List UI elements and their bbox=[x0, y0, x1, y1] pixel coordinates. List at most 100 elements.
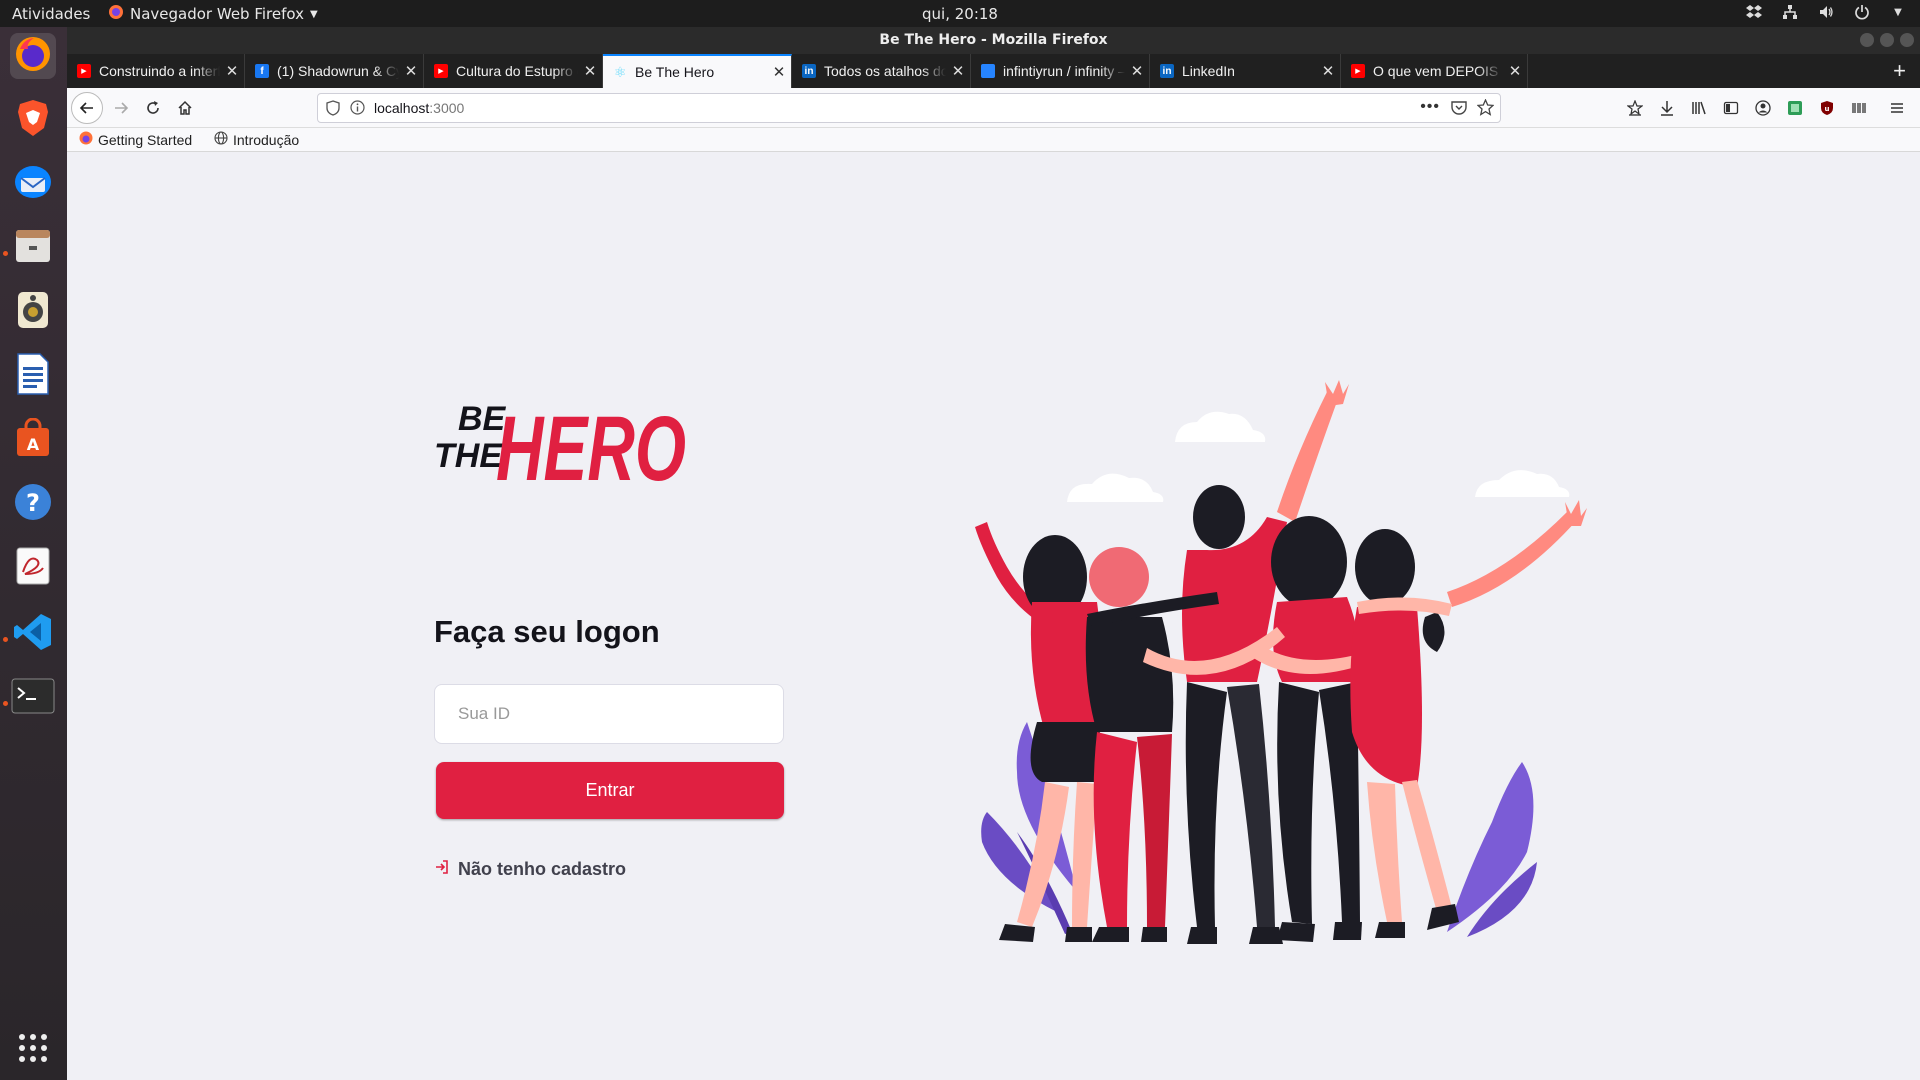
forward-button[interactable] bbox=[107, 94, 135, 122]
chevron-down-icon: ▼ bbox=[309, 8, 318, 20]
url-port: :3000 bbox=[429, 100, 465, 116]
close-tab-icon[interactable]: ✕ bbox=[1503, 62, 1527, 80]
id-input[interactable] bbox=[434, 684, 784, 744]
downloads-button[interactable] bbox=[1653, 94, 1681, 122]
reload-button[interactable] bbox=[139, 94, 167, 122]
globe-icon bbox=[214, 131, 228, 148]
tab-label: LinkedIn bbox=[1182, 63, 1235, 79]
bookmark-label: Introdução bbox=[233, 131, 300, 148]
youtube-icon: ▶ bbox=[434, 64, 448, 78]
dock-vscode[interactable] bbox=[10, 611, 56, 657]
volume-icon[interactable] bbox=[1818, 4, 1834, 20]
power-icon[interactable] bbox=[1854, 4, 1870, 20]
tab-8[interactable]: ▶ O que vem DEPOIS do C✕ bbox=[1341, 54, 1528, 88]
dock-show-applications[interactable] bbox=[10, 1027, 56, 1073]
register-link[interactable]: Não tenho cadastro bbox=[434, 859, 626, 880]
back-button[interactable] bbox=[71, 92, 103, 124]
page-title: Faça seu logon bbox=[434, 614, 660, 649]
info-icon[interactable] bbox=[350, 100, 365, 118]
facebook-icon: f bbox=[255, 64, 269, 78]
close-tab-icon[interactable]: ✕ bbox=[399, 62, 423, 80]
files-icon bbox=[13, 226, 53, 271]
tab-5[interactable]: in Todos os atalhos do VS C✕ bbox=[792, 54, 971, 88]
log-in-icon bbox=[434, 859, 450, 880]
activities-button[interactable]: Atividades bbox=[12, 5, 90, 23]
page-actions-icon[interactable]: ••• bbox=[1420, 98, 1440, 116]
shield-icon[interactable] bbox=[326, 100, 340, 119]
home-button[interactable] bbox=[171, 94, 199, 122]
close-tab-icon[interactable]: ✕ bbox=[220, 62, 244, 80]
window-title: Be The Hero - Mozilla Firefox bbox=[879, 32, 1108, 48]
network-icon[interactable] bbox=[1782, 4, 1798, 20]
brave-icon bbox=[14, 98, 52, 143]
svg-text:A: A bbox=[27, 435, 40, 454]
chevron-down-icon[interactable]: ▼ bbox=[1890, 4, 1906, 20]
maximize-button[interactable] bbox=[1880, 33, 1894, 47]
dropbox-icon[interactable] bbox=[1746, 4, 1762, 20]
dock-terminal[interactable] bbox=[10, 675, 56, 721]
tab-7[interactable]: in LinkedIn ✕ bbox=[1150, 54, 1341, 88]
tab-label: Be The Hero bbox=[635, 64, 715, 80]
firefox-window: Be The Hero - Mozilla Firefox ▶ Construin… bbox=[67, 27, 1920, 1080]
close-window-button[interactable] bbox=[1900, 33, 1914, 47]
bookmark-introducao[interactable]: Introdução bbox=[214, 131, 299, 148]
dock-help[interactable]: ? bbox=[10, 481, 56, 527]
close-tab-icon[interactable]: ✕ bbox=[767, 63, 791, 81]
help-icon: ? bbox=[13, 482, 53, 527]
logo-the-text: THE bbox=[434, 437, 503, 475]
tab-1[interactable]: ▶ Construindo a interface✕ bbox=[67, 54, 245, 88]
dock-thunderbird[interactable] bbox=[10, 161, 56, 207]
logo-hero-text: HERO bbox=[496, 398, 686, 490]
tab-label: Cultura do Estupro e Vio bbox=[456, 63, 578, 79]
bookmarks-toolbar: Getting Started Introdução bbox=[67, 128, 1920, 152]
extension-green-icon[interactable] bbox=[1781, 94, 1809, 122]
tab-6[interactable]: infintiyrun / infinity — Bi✕ bbox=[971, 54, 1150, 88]
linkedin-icon: in bbox=[802, 64, 816, 78]
window-titlebar[interactable]: Be The Hero - Mozilla Firefox bbox=[67, 27, 1920, 54]
account-icon[interactable] bbox=[1749, 94, 1777, 122]
tab-label: Construindo a interface bbox=[99, 63, 220, 79]
enter-button[interactable]: Entrar bbox=[436, 762, 784, 819]
tab-label: infintiyrun / infinity — Bi bbox=[1003, 63, 1125, 79]
dock-evince[interactable] bbox=[10, 545, 56, 591]
sidebar-button[interactable] bbox=[1717, 94, 1745, 122]
dock-files[interactable] bbox=[10, 225, 56, 271]
url-host: localhost bbox=[374, 100, 430, 116]
menu-hamburger-icon[interactable] bbox=[1883, 94, 1911, 122]
tab-3[interactable]: ▶ Cultura do Estupro e Vio✕ bbox=[424, 54, 603, 88]
pocket-icon[interactable] bbox=[1451, 100, 1467, 118]
close-tab-icon[interactable]: ✕ bbox=[578, 62, 602, 80]
svg-text:?: ? bbox=[26, 489, 40, 517]
app-menu-label: Navegador Web Firefox bbox=[130, 5, 304, 23]
url-bar[interactable]: localhost:3000 ••• bbox=[317, 93, 1501, 123]
site-icon-toolbar-button[interactable] bbox=[1621, 94, 1649, 122]
url-text[interactable]: localhost:3000 bbox=[374, 100, 464, 116]
minimize-button[interactable] bbox=[1860, 33, 1874, 47]
dock-brave[interactable] bbox=[10, 97, 56, 143]
new-tab-button[interactable]: + bbox=[1893, 58, 1906, 84]
close-tab-icon[interactable]: ✕ bbox=[946, 62, 970, 80]
react-icon: ⚛ bbox=[613, 63, 627, 80]
web-page-logon: BE THE HERO Faça seu logon Entrar Não te… bbox=[67, 152, 1920, 1080]
ublock-icon[interactable]: u bbox=[1813, 94, 1841, 122]
navigation-toolbar: localhost:3000 ••• u bbox=[67, 88, 1920, 128]
dock-libreoffice-writer[interactable] bbox=[10, 352, 56, 399]
firefox-icon bbox=[108, 4, 124, 24]
clock[interactable]: qui, 20:18 bbox=[922, 5, 998, 23]
be-the-hero-logo: BE THE HERO bbox=[434, 398, 686, 490]
tab-2[interactable]: f (1) Shadowrun & Cyberpunk✕ bbox=[245, 54, 424, 88]
bookmark-getting-started[interactable]: Getting Started bbox=[79, 131, 192, 148]
app-menu[interactable]: Navegador Web Firefox ▼ bbox=[108, 4, 318, 24]
close-tab-icon[interactable]: ✕ bbox=[1125, 62, 1149, 80]
close-tab-icon[interactable]: ✕ bbox=[1316, 62, 1340, 80]
bookmark-star-icon[interactable] bbox=[1476, 98, 1495, 119]
library-button[interactable] bbox=[1685, 94, 1713, 122]
thunderbird-icon bbox=[13, 164, 53, 205]
dock-firefox[interactable] bbox=[10, 33, 56, 79]
dock-software-center[interactable]: A bbox=[10, 417, 56, 463]
tab-4[interactable]: ⚛ Be The Hero ✕ bbox=[603, 54, 792, 88]
dock-rhythmbox[interactable] bbox=[10, 289, 56, 335]
tab-label: O que vem DEPOIS do C bbox=[1373, 63, 1503, 79]
speaker-icon bbox=[15, 290, 51, 335]
barcode-extension-icon[interactable] bbox=[1845, 94, 1873, 122]
